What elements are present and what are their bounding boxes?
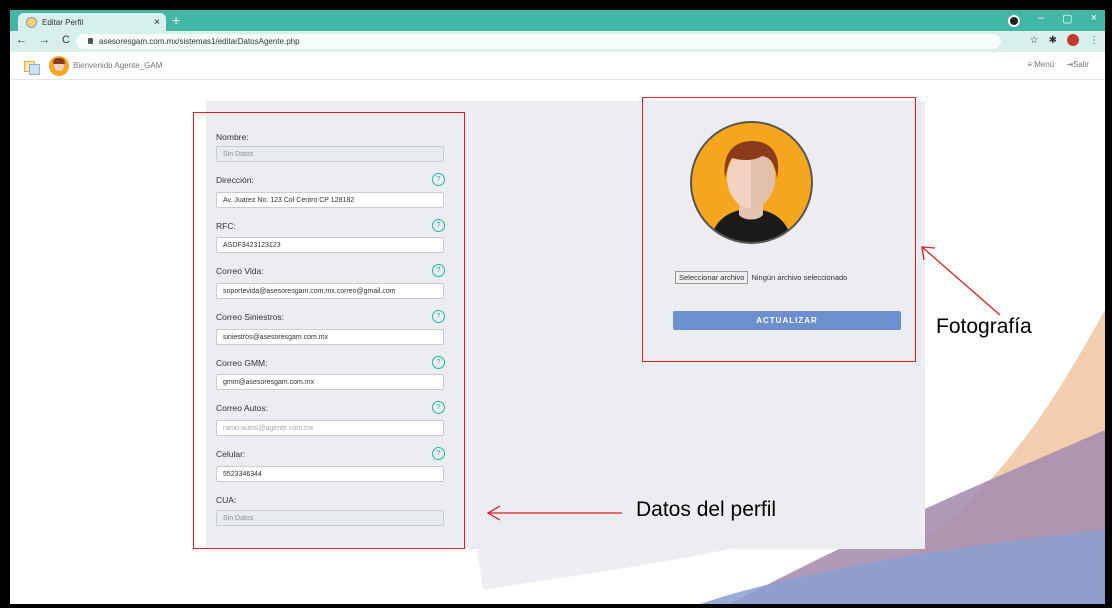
profile-annotation-label: Datos del perfil xyxy=(636,498,777,521)
photo-annotation-label: Fotografía xyxy=(936,315,1032,338)
screen: Editar Perfil × + – ▢ × ← → C asesoresga… xyxy=(10,10,1105,604)
annotation-arrows xyxy=(486,246,1001,521)
